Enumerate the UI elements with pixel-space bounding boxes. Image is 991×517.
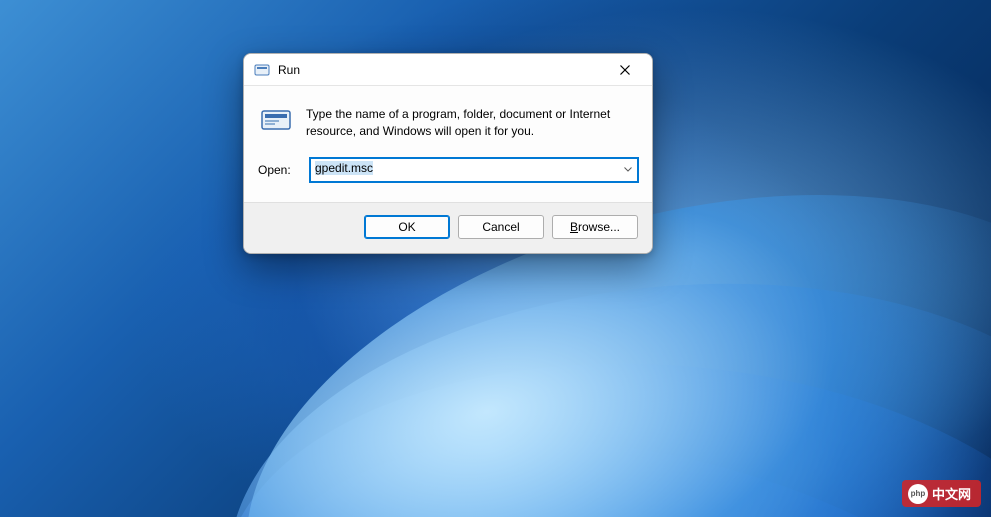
dialog-body: Type the name of a program, folder, docu… — [244, 86, 652, 202]
watermark-text: 中文网 — [932, 484, 971, 503]
open-input[interactable]: gpedit.msc — [310, 158, 638, 182]
dialog-footer: OK Cancel Browse... — [244, 202, 652, 253]
open-label: Open: — [258, 163, 300, 177]
run-app-icon — [260, 104, 292, 136]
browse-rest: rowse... — [578, 220, 620, 234]
close-button[interactable] — [606, 56, 644, 84]
dialog-title: Run — [278, 63, 606, 77]
titlebar[interactable]: Run — [244, 54, 652, 86]
dialog-description: Type the name of a program, folder, docu… — [306, 104, 638, 140]
close-icon — [620, 65, 630, 75]
run-app-icon — [254, 62, 270, 78]
browse-button[interactable]: Browse... — [552, 215, 638, 239]
watermark: 中文网 — [902, 480, 981, 507]
cancel-button[interactable]: Cancel — [458, 215, 544, 239]
run-dialog: Run Type the name of a program, folder, … — [243, 53, 653, 254]
open-combobox[interactable]: gpedit.msc — [310, 158, 638, 182]
ok-button[interactable]: OK — [364, 215, 450, 239]
